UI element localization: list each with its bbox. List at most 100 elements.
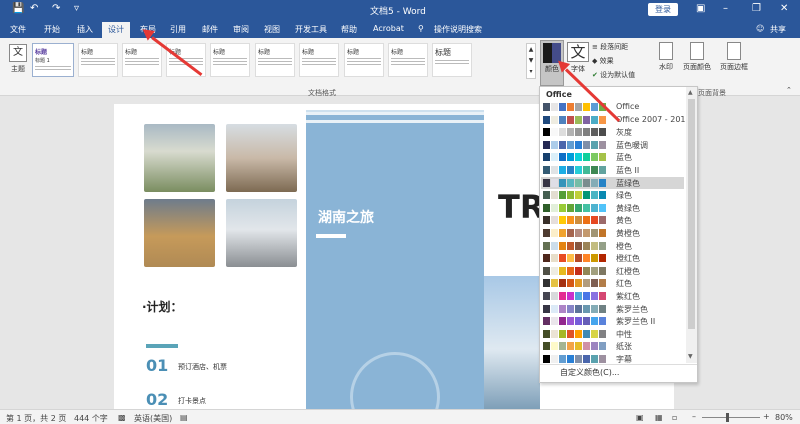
zoom-in-icon[interactable]: + [763,412,770,421]
tell-me-search[interactable]: 操作说明搜索 [434,24,482,35]
web-layout-icon[interactable]: ▫ [672,413,677,422]
style-thumb-3[interactable]: 标题 [122,43,162,77]
tab-home[interactable]: 开始 [44,24,60,35]
style-thumb-7[interactable]: 标题 [299,43,339,77]
tab-review[interactable]: 审阅 [233,24,249,35]
color-swatch [551,241,558,250]
color-swatch [591,279,598,288]
color-scheme-label: 橙红色 [616,254,640,264]
color-scheme-item[interactable]: 纸张 [541,340,684,353]
color-scheme-item[interactable]: 紫红色 [541,290,684,303]
paragraph-spacing-button[interactable]: ≡ 段落间距 [592,42,628,52]
page-borders-button[interactable]: 页面边框 [717,42,751,72]
print-layout-icon[interactable]: ▦ [655,413,663,422]
color-swatch [551,115,558,124]
proofing-icon[interactable]: ▩ [118,413,126,422]
tab-developer[interactable]: 开发工具 [295,24,327,35]
minimize-icon[interactable]: – [723,3,728,14]
watermark-button[interactable]: 水印 [654,42,678,72]
zoom-out-icon[interactable]: – [692,412,696,421]
language[interactable]: 英语(美国) [134,413,172,424]
share-button[interactable]: 共享 [770,24,786,35]
style-thumb-1[interactable]: 标题 标题 1 [32,43,74,77]
page-borders-label: 页面边框 [720,63,748,71]
share-icon[interactable]: ☺ [756,24,764,33]
page-color-button[interactable]: 页面颜色 [680,42,714,72]
tab-insert[interactable]: 插入 [77,24,93,35]
color-swatch [575,166,582,174]
styles-scroll-icon[interactable]: ▲ ▼ ▾ [526,43,536,79]
style-thumb-2[interactable]: 标题 [78,43,118,77]
color-swatch [543,115,550,124]
zoom-slider[interactable] [702,417,760,418]
paragraph-spacing-label: 段落间距 [600,43,629,51]
tab-help[interactable]: 帮助 [341,24,357,35]
zoom-slider-thumb[interactable] [726,413,729,422]
color-swatch [559,266,566,275]
ribbon-display-icon[interactable]: ▣ [696,3,705,14]
color-scheme-item[interactable]: 橙色 [541,240,684,253]
color-swatch [575,241,582,250]
menu-scrollbar[interactable]: ▲ ▼ [686,87,697,363]
effects-icon: ◆ [592,57,598,65]
color-scheme-item[interactable]: 蓝色暖调 [541,139,684,152]
style-thumb-10[interactable]: 标题 [432,43,472,77]
color-scheme-item[interactable]: 黄绿色 [541,202,684,215]
collapse-ribbon-icon[interactable]: ⌃ [786,86,792,94]
macro-icon[interactable]: ▤ [180,413,188,422]
style-title-7: 标题 [302,49,315,56]
color-scheme-item[interactable]: 黄色 [541,214,684,227]
close-icon[interactable]: ✕ [780,3,788,14]
color-swatch [599,342,606,351]
color-scheme-item[interactable]: 紫罗兰色 [541,303,684,316]
tab-file[interactable]: 文件 [10,24,26,35]
color-swatch [551,191,558,200]
redo-icon[interactable]: ↷ [52,3,60,14]
scrollbar-thumb[interactable] [688,99,695,329]
color-scheme-item[interactable]: 紫罗兰色 II [541,315,684,328]
effects-button[interactable]: ◆ 效果 [592,56,614,66]
tab-view[interactable]: 视图 [264,24,280,35]
color-swatch [583,216,590,225]
color-swatch [575,229,582,237]
maximize-icon[interactable]: ❐ [752,3,761,14]
color-swatch [559,153,566,162]
customize-colors-item[interactable]: 自定义颜色(C)... [560,367,619,378]
style-thumb-9[interactable]: 标题 [388,43,428,77]
color-scheme-item[interactable]: 绿色 [541,189,684,202]
zoom-level[interactable]: 80% [775,413,793,422]
customize-icon[interactable]: ▿ [74,3,79,14]
page-borders-icon [727,42,741,60]
tab-mailings[interactable]: 邮件 [202,24,218,35]
color-swatch [599,153,606,162]
tab-design[interactable]: 设计 [102,22,130,38]
color-scheme-item[interactable]: 红色 [541,277,684,290]
color-scheme-item[interactable]: 橙红色 [541,252,684,265]
themes-button[interactable]: 文 主题 [6,44,30,80]
color-scheme-item[interactable]: 中性 [541,328,684,341]
color-scheme-label: 紫罗兰色 II [616,317,656,327]
color-scheme-item[interactable]: 红橙色 [541,265,684,278]
color-swatch [575,216,582,225]
login-button[interactable]: 登录 [648,3,678,16]
read-mode-icon[interactable]: ▣ [636,413,644,422]
color-swatch [599,304,606,313]
undo-icon[interactable]: ↶ [30,3,38,14]
color-scheme-item[interactable]: 蓝色 II [541,164,684,177]
style-thumb-8[interactable]: 标题 [344,43,384,77]
color-scheme-item[interactable]: 蓝色 [541,151,684,164]
save-icon[interactable]: 💾 [12,3,24,14]
style-thumb-6[interactable]: 标题 [255,43,295,77]
color-scheme-item[interactable]: 蓝绿色 [541,176,684,190]
color-scheme-item[interactable]: 灰度 [541,126,684,139]
item-number-1: 01 [146,356,169,375]
tab-acrobat[interactable]: Acrobat [373,24,404,33]
color-scheme-item[interactable]: 黄橙色 [541,227,684,240]
color-swatch [567,304,574,313]
style-thumb-5[interactable]: 标题 [210,43,250,77]
tab-references[interactable]: 引用 [170,24,186,35]
set-default-button[interactable]: ✔ 设为默认值 [592,70,635,80]
color-swatch [591,140,598,149]
color-swatch [583,342,590,351]
color-scheme-label: 蓝色 II [616,166,640,175]
